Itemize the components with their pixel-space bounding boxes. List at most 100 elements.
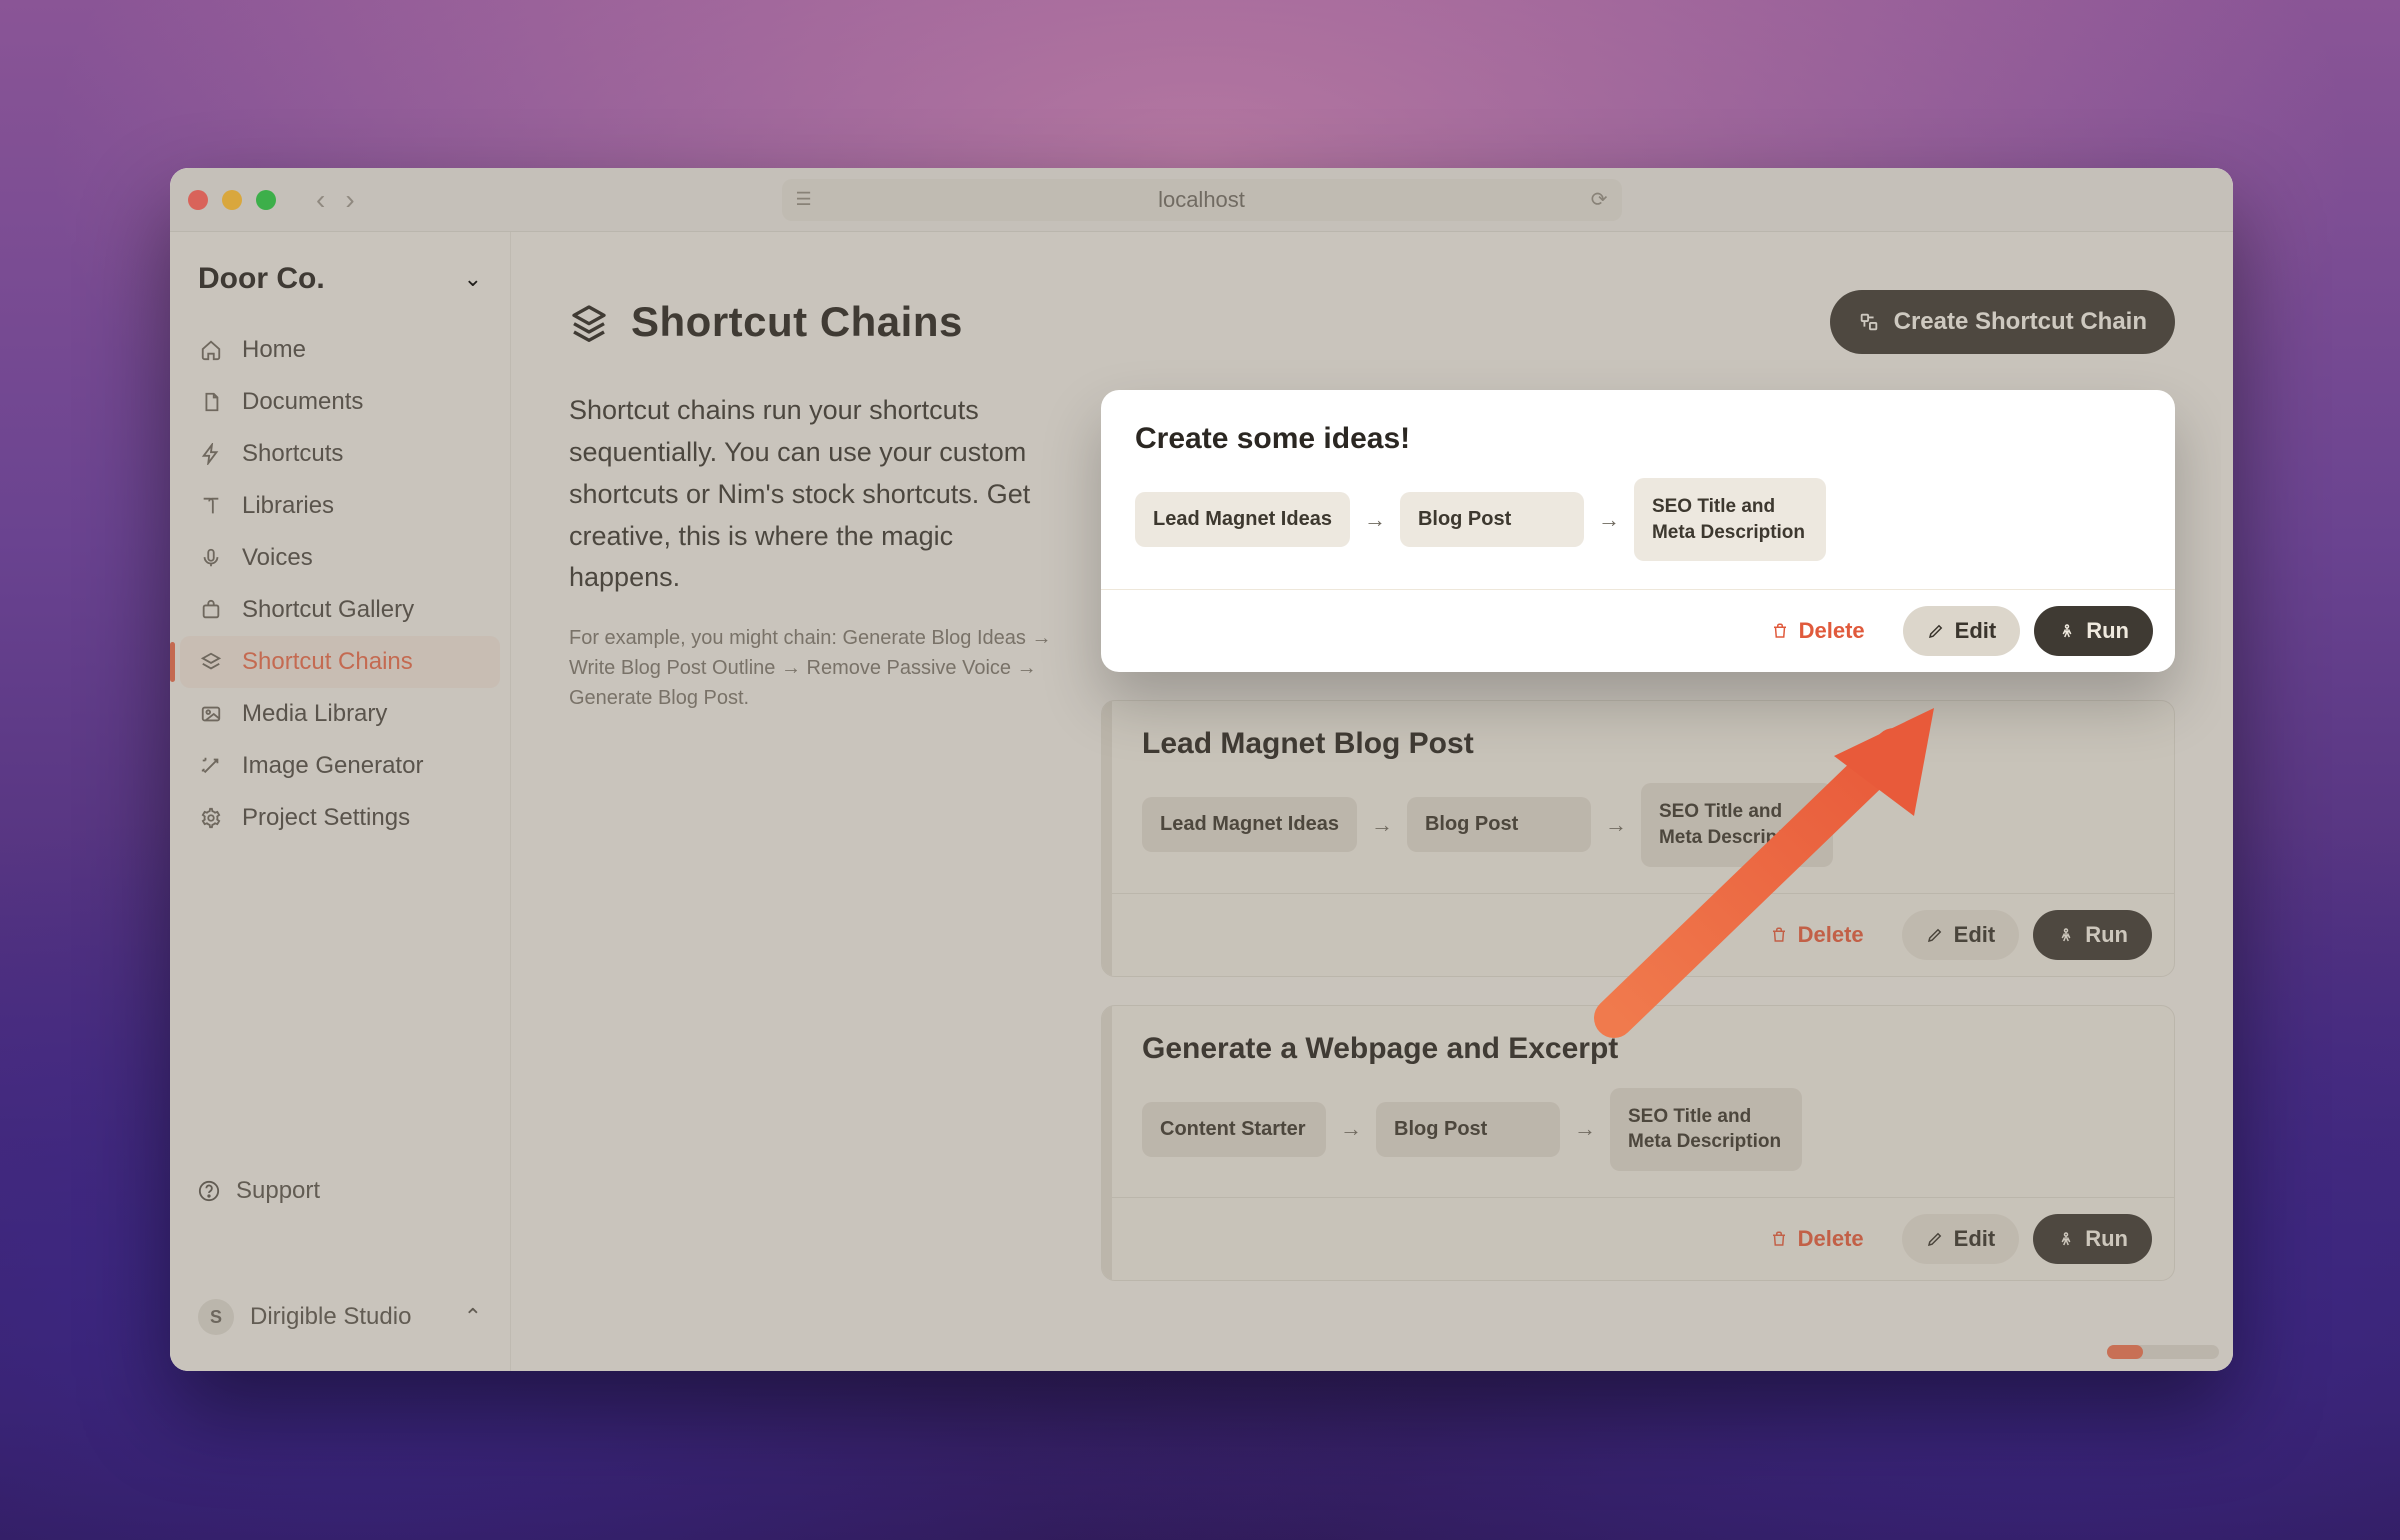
sidebar-item-shortcut-gallery[interactable]: Shortcut Gallery [180,584,500,636]
chevron-up-icon: ⌃ [464,1304,482,1330]
sidebar-item-home[interactable]: Home [180,324,500,376]
sidebar-item-documents[interactable]: Documents [180,376,500,428]
sidebar-item-label: Shortcut Chains [242,648,413,676]
content-columns: Shortcut chains run your shortcuts seque… [569,390,2175,1281]
support-label: Support [236,1177,320,1205]
chain-card-wrapper: Lead Magnet Blog Post Lead Magnet Ideas → B… [1101,700,2175,976]
page-title: Shortcut Chains [631,298,963,346]
layers-icon [198,651,224,673]
gear-icon [198,807,224,829]
create-shortcut-chain-button[interactable]: Create Shortcut Chain [1830,290,2175,354]
trash-icon [1770,1230,1788,1248]
chain-step-chip[interactable]: SEO Title and Meta Description [1634,478,1826,561]
chain-card-actions: Delete Edit Run [1101,589,2175,672]
delete-button[interactable]: Delete [1747,606,1889,656]
sidebar-item-shortcut-chains[interactable]: Shortcut Chains [180,636,500,688]
chain-steps: Content Starter→Blog Post→SEO Title and … [1142,1088,2144,1171]
sidebar-item-voices[interactable]: Voices [180,532,500,584]
document-icon [198,391,224,413]
arrow-right-icon: → [1598,507,1620,533]
mic-icon [198,547,224,569]
edit-label: Edit [1954,922,1996,948]
arrow-right-icon: → [1371,812,1393,838]
run-button[interactable]: Run [2033,1214,2152,1264]
reload-icon[interactable]: ⟳ [1591,187,1608,212]
pencil-icon [1927,622,1945,640]
chain-card: Lead Magnet Blog Post Lead Magnet Ideas → B… [1101,700,2175,976]
chain-list: Create some ideas!Lead Magnet Ideas→Blog… [1101,390,2175,1281]
chain-card-body: Create some ideas!Lead Magnet Ideas→Blog… [1101,390,2175,589]
sidebar-item-label: Media Library [242,700,387,728]
browser-window: ‹ › ☰ localhost ⟳ Door Co. ⌄ Home Documen… [170,168,2233,1371]
sidebar: Door Co. ⌄ Home Documents Shortcuts Librari… [170,232,511,1371]
sidebar-item-label: Documents [242,388,363,416]
sidebar-item-label: Shortcuts [242,440,343,468]
sidebar-item-libraries[interactable]: Libraries [180,480,500,532]
sidebar-item-media-library[interactable]: Media Library [180,688,500,740]
pencil-icon [1926,926,1944,944]
run-icon [2057,926,2075,944]
sidebar-item-image-generator[interactable]: Image Generator [180,740,500,792]
sidebar-item-label: Libraries [242,492,334,520]
delete-button[interactable]: Delete [1746,1214,1888,1264]
trash-icon [1771,622,1789,640]
book-icon [198,495,224,517]
run-label: Run [2085,1226,2128,1252]
chain-card-wrapper: Generate a Webpage and ExcerptContent St… [1101,1005,2175,1281]
account-switcher[interactable]: S Dirigible Studio ⌃ [180,1287,500,1357]
sidebar-item-project-settings[interactable]: Project Settings [180,792,500,844]
window-maximize-button[interactable] [256,190,276,210]
forward-button[interactable]: › [345,186,354,214]
sidebar-item-label: Voices [242,544,313,572]
chain-card-wrapper: Create some ideas!Lead Magnet Ideas→Blog… [1101,390,2175,672]
edit-button[interactable]: Edit [1902,910,2020,960]
org-switcher[interactable]: Door Co. ⌄ [170,252,510,318]
run-button[interactable]: Run [2034,606,2153,656]
run-button[interactable]: Run [2033,910,2152,960]
chain-step-chip[interactable]: Lead Magnet Ideas [1142,797,1357,852]
chain-step-chip[interactable]: Blog Post [1376,1102,1560,1157]
sidebar-item-label: Shortcut Gallery [242,596,414,624]
chain-step-chip[interactable]: Content Starter [1142,1102,1326,1157]
reader-icon: ☰ [796,189,812,210]
window-close-button[interactable] [188,190,208,210]
chain-card-actions: Delete Edit Run [1102,1197,2174,1280]
chain-step-chip[interactable]: SEO Title and Meta Description [1610,1088,1802,1171]
edit-label: Edit [1955,618,1997,644]
chain-step-chip[interactable]: Lead Magnet Ideas [1135,492,1350,547]
pencil-icon [1926,1230,1944,1248]
back-button[interactable]: ‹ [316,186,325,214]
help-icon [198,1180,220,1202]
org-name: Door Co. [198,262,325,296]
delete-label: Delete [1798,1226,1864,1252]
delete-label: Delete [1798,922,1864,948]
wand-icon [198,755,224,777]
sidebar-item-label: Home [242,336,306,364]
address-bar[interactable]: ☰ localhost ⟳ [782,179,1622,221]
edit-button[interactable]: Edit [1903,606,2021,656]
sidebar-item-shortcuts[interactable]: Shortcuts [180,428,500,480]
url-text: localhost [1158,187,1245,213]
run-label: Run [2086,618,2129,644]
app-body: Door Co. ⌄ Home Documents Shortcuts Librari… [170,232,2233,1371]
delete-button[interactable]: Delete [1746,910,1888,960]
image-icon [198,703,224,725]
plus-chain-icon [1858,311,1880,333]
page-header: Shortcut Chains Create Shortcut Chain [569,290,2175,354]
content-scroll[interactable]: Shortcut Chains Create Shortcut Chain Sh… [523,244,2221,1359]
chain-step-chip[interactable]: Blog Post [1407,797,1591,852]
chain-steps: Lead Magnet Ideas→Blog Post→SEO Title an… [1135,478,2141,561]
home-icon [198,339,224,361]
progress-indicator [2107,1345,2219,1359]
sidebar-item-support[interactable]: Support [180,1165,500,1217]
chain-step-chip[interactable]: Blog Post [1400,492,1584,547]
chain-step-chip[interactable]: SEO Title and Meta Description [1641,783,1833,866]
intro-column: Shortcut chains run your shortcuts seque… [569,390,1053,1281]
edit-button[interactable]: Edit [1902,1214,2020,1264]
chain-card: Generate a Webpage and ExcerptContent St… [1101,1005,2175,1281]
chain-title: Lead Magnet Blog Post [1142,727,2144,761]
bolt-icon [198,443,224,465]
content-area: Shortcut Chains Create Shortcut Chain Sh… [511,232,2233,1371]
traffic-lights [188,190,276,210]
window-minimize-button[interactable] [222,190,242,210]
